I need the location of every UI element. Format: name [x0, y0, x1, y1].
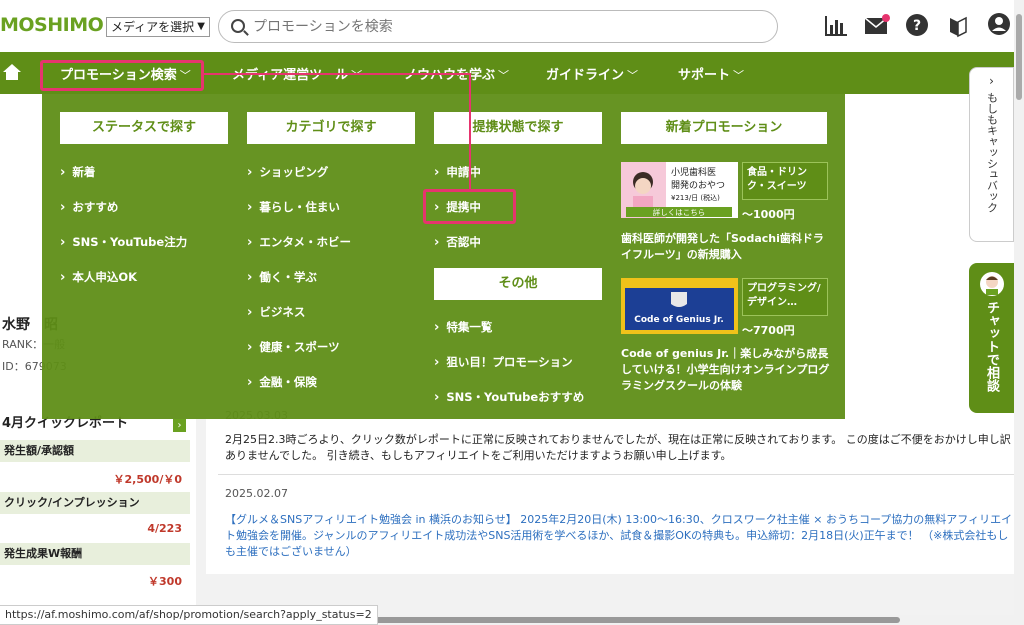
vertical-scrollbar[interactable]	[1014, 0, 1024, 625]
promo-image-dental-snack[interactable]: 小児歯科医 開発のおやつ ¥213/日 (税込) 詳しくはこちら	[621, 162, 738, 218]
status-link-new[interactable]: 新着	[60, 164, 95, 180]
new-promotion-heading: 新着プロモーション	[621, 112, 827, 144]
scrollbar-thumb[interactable]	[310, 617, 900, 623]
category-link-shopping[interactable]: ショッピング	[247, 164, 328, 180]
news-divider	[218, 474, 1014, 475]
nav-label: ガイドライン	[546, 68, 625, 83]
scrollbar-thumb[interactable]	[1016, 14, 1022, 100]
category-link-finance[interactable]: 金融・保険	[247, 374, 317, 390]
report-chart-icon[interactable]	[823, 13, 849, 39]
annotation-line	[204, 73, 471, 75]
user-icon[interactable]	[987, 12, 1013, 38]
quick-report-value: ￥300	[148, 575, 182, 588]
mail-icon[interactable]	[864, 13, 890, 39]
nav-guideline[interactable]: ガイドライン ﹀	[546, 64, 638, 83]
nav-active-highlight	[40, 60, 204, 91]
quick-report-label: クリック/インプレッション	[0, 492, 190, 514]
promo-category-tag: 食品・ドリンク・スイーツ	[742, 162, 828, 200]
partner-link-rejected[interactable]: 否認中	[434, 234, 481, 250]
home-icon[interactable]	[2, 62, 22, 82]
category-link-work-study[interactable]: 働く・学ぶ	[247, 269, 317, 285]
other-link-sns-youtube[interactable]: SNS・YouTubeおすすめ	[434, 389, 584, 405]
category-column-heading: カテゴリで探す	[247, 112, 415, 144]
media-select[interactable]: メディアを選択 ▼	[106, 17, 210, 37]
promo-image-code-of-genius[interactable]: Code of Genius Jr.	[621, 278, 738, 334]
category-link-business[interactable]: ビジネス	[247, 304, 305, 320]
promotion-mega-menu: ステータスで探す 新着 おすすめ SNS・YouTube注力 本人申込OK カテ…	[42, 94, 845, 419]
other-link-features[interactable]: 特集一覧	[434, 319, 492, 335]
other-column-heading: その他	[434, 268, 602, 300]
partnered-highlight	[423, 189, 516, 224]
cashback-tab-label: もしもキャッシュバック	[985, 92, 999, 213]
help-icon[interactable]: ?	[905, 13, 931, 39]
category-link-health[interactable]: 健康・スポーツ	[247, 339, 339, 355]
chevron-right-icon: ›	[989, 74, 994, 88]
category-link-entertainment[interactable]: エンタメ・ホビー	[247, 234, 351, 250]
search-icon	[231, 19, 245, 33]
media-select-value: メディアを選択	[111, 20, 195, 34]
search-input[interactable]	[253, 17, 753, 37]
status-link-sns[interactable]: SNS・YouTube注力	[60, 234, 187, 250]
promo-price: ～1000円	[742, 208, 795, 221]
cashback-side-tab[interactable]: › もしもキャッシュバック	[969, 67, 1014, 242]
status-column-heading: ステータスで探す	[60, 112, 228, 144]
moshimo-logo[interactable]: MOSHIMO	[0, 14, 104, 36]
chat-tab-label: チャットで相談	[984, 301, 999, 392]
chat-side-tab[interactable]: チャットで相談	[969, 263, 1014, 413]
news-date: 2025.02.07	[225, 487, 288, 500]
svg-text:開発のおやつ: 開発のおやつ	[671, 179, 725, 191]
nav-label: ノウハウを学ぶ	[404, 68, 496, 83]
promo-price: ～7700円	[742, 324, 795, 337]
svg-text:Code of Genius Jr.: Code of Genius Jr.	[634, 315, 724, 325]
quick-report-label: 発生額/承認額	[0, 440, 190, 462]
chevron-down-icon: ﹀	[351, 69, 363, 82]
promo-title[interactable]: Code of genius Jr.｜楽しみながら成長していける！小学生向けオン…	[621, 346, 831, 394]
svg-text:¥213/日 (税込): ¥213/日 (税込)	[671, 193, 720, 202]
nav-label: サポート	[678, 68, 731, 83]
link-status-url: https://af.moshimo.com/af/shop/promotion…	[0, 605, 378, 625]
promo-category-tag: プログラミング/デザイン…	[742, 278, 828, 316]
other-link-targets[interactable]: 狙い目！プロモーション	[434, 354, 572, 370]
status-link-recommended[interactable]: おすすめ	[60, 199, 118, 215]
promo-title[interactable]: 歯科医師が開発した「Sodachi歯科ドライフルーツ」の新規購入	[621, 231, 831, 263]
news-link[interactable]: 【グルメ＆SNSアフィリエイト勉強会 in 横浜のお知らせ】 2025年2月20…	[225, 512, 1015, 560]
status-link-self-apply[interactable]: 本人申込OK	[60, 269, 137, 285]
news-text: 2月25日2.3時ごろより、クリック数がレポートに正常に反映されておりませんでし…	[225, 433, 1011, 462]
quick-report-label: 発生成果W報酬	[0, 543, 190, 565]
beginner-mark-icon[interactable]	[946, 13, 972, 39]
svg-text:小児歯科医: 小児歯科医	[671, 166, 716, 178]
partner-status-column-heading: 提携状態で探す	[434, 112, 602, 144]
nav-label: メディア運営ツール	[232, 68, 349, 83]
partner-link-applying[interactable]: 申請中	[434, 164, 481, 180]
quick-report-value: ￥2,500/￥0	[113, 473, 182, 486]
chevron-down-icon: ▼	[197, 21, 205, 32]
category-link-living[interactable]: 暮らし・住まい	[247, 199, 340, 215]
chevron-down-icon: ﹀	[733, 69, 745, 82]
chevron-down-icon: ﹀	[498, 69, 510, 82]
top-header: MOSHIMO メディアを選択 ▼ ?	[0, 0, 1014, 52]
quick-report-value: 4/223	[147, 522, 182, 535]
nav-support[interactable]: サポート ﹀	[678, 64, 744, 83]
svg-text:詳しくはこちら: 詳しくはこちら	[653, 207, 706, 217]
svg-text:?: ?	[913, 18, 921, 34]
search-bar[interactable]	[218, 10, 778, 43]
quick-report-arrow-icon[interactable]: ›	[173, 419, 186, 432]
support-avatar-icon	[979, 272, 1004, 296]
annotation-line	[469, 73, 471, 190]
chevron-down-icon: ﹀	[627, 69, 639, 82]
